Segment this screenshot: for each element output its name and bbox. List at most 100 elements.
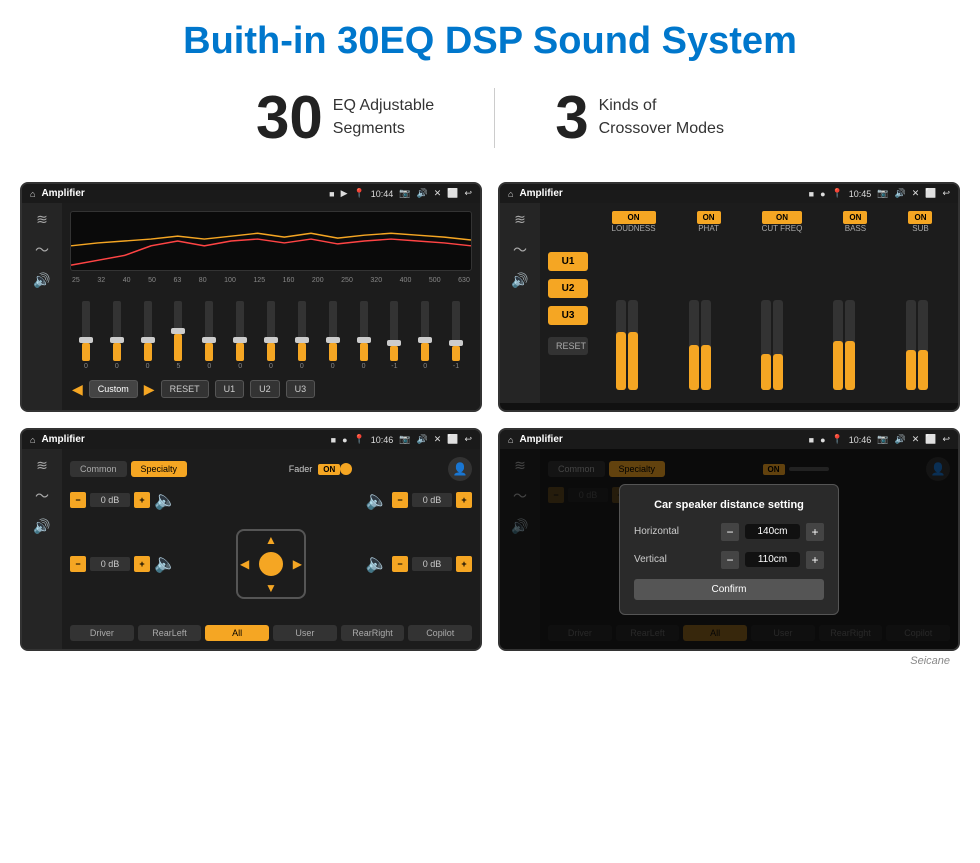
bass-sl-1[interactable]	[833, 300, 843, 390]
eq-slider-12[interactable]: 0	[411, 301, 439, 370]
u1-btn[interactable]: U1	[215, 380, 245, 398]
back-icon-2[interactable]: ↩	[942, 188, 950, 199]
loudness-sl-2[interactable]	[628, 300, 638, 390]
btn-driver[interactable]: Driver	[70, 625, 134, 641]
eq-slider-5[interactable]: 0	[195, 301, 223, 370]
cutfreq-sl-1[interactable]	[761, 300, 771, 390]
plus-rear-left[interactable]: +	[134, 556, 150, 572]
plus-rear-right[interactable]: +	[456, 556, 472, 572]
phat-sl-1[interactable]	[689, 300, 699, 390]
u2-crossover[interactable]: U2	[548, 279, 588, 298]
center-joystick[interactable]: ▲ ▼ ◀ ▶	[231, 524, 311, 604]
eq-slider-13[interactable]: -1	[442, 301, 470, 370]
horizontal-label: Horizontal	[634, 526, 679, 537]
eq-slider-9[interactable]: 0	[319, 301, 347, 370]
horizontal-val: 140cm	[745, 524, 800, 539]
btn-rearleft[interactable]: RearLeft	[138, 625, 202, 641]
eq-slider-6[interactable]: 0	[226, 301, 254, 370]
on-loudness[interactable]: ON	[612, 211, 656, 224]
eq-slider-10[interactable]: 0	[350, 301, 378, 370]
val-front-left: 0 dB	[90, 493, 130, 507]
cutfreq-sl-2[interactable]	[773, 300, 783, 390]
horizontal-minus[interactable]: −	[721, 523, 739, 541]
plus-front-right[interactable]: +	[456, 492, 472, 508]
tab-specialty-3[interactable]: Specialty	[131, 461, 188, 477]
home-icon-3[interactable]: ⌂	[30, 435, 35, 445]
home-icon-2[interactable]: ⌂	[508, 189, 513, 199]
u3-crossover[interactable]: U3	[548, 306, 588, 325]
tab-common-3[interactable]: Common	[70, 461, 127, 477]
sidebar-icon-wave-3[interactable]: 〜	[35, 486, 49, 506]
screen-crossover: ⌂ Amplifier ■ ● 📍 10:45 📷 🔊 ✕ ⬜ ↩ ≋ 〜 🔊 …	[498, 182, 960, 412]
sidebar-icon-vol-3[interactable]: 🔊	[33, 518, 50, 535]
sidebar-icon-tune[interactable]: ≋	[36, 211, 48, 228]
btn-user[interactable]: User	[273, 625, 337, 641]
tabs-row-3: Common Specialty	[70, 461, 187, 477]
prev-btn[interactable]: ◀	[72, 381, 83, 398]
reset-btn[interactable]: RESET	[161, 380, 209, 398]
home-icon[interactable]: ⌂	[30, 189, 35, 199]
joystick-down[interactable]: ▼	[265, 581, 277, 595]
home-icon-4[interactable]: ⌂	[508, 435, 513, 445]
on-phat[interactable]: ON	[697, 211, 721, 224]
u2-btn[interactable]: U2	[250, 380, 280, 398]
minus-rear-left[interactable]: −	[70, 556, 86, 572]
eq-slider-4[interactable]: 5	[165, 301, 193, 370]
fader-on-btn[interactable]: ON	[318, 464, 340, 475]
btn-copilot[interactable]: Copilot	[408, 625, 472, 641]
loudness-sl-1[interactable]	[616, 300, 626, 390]
minus-rear-right[interactable]: −	[392, 556, 408, 572]
sidebar-icon-tune-2[interactable]: ≋	[514, 211, 526, 228]
eq-slider-7[interactable]: 0	[257, 301, 285, 370]
bass-sl-2[interactable]	[845, 300, 855, 390]
on-cutfreq[interactable]: ON	[762, 211, 803, 224]
on-bass[interactable]: ON	[843, 211, 867, 224]
sub-sl-1[interactable]	[906, 300, 916, 390]
back-icon-1[interactable]: ↩	[464, 188, 472, 199]
preset-custom[interactable]: Custom	[89, 380, 138, 398]
eq-slider-11[interactable]: -1	[380, 301, 408, 370]
u1-crossover[interactable]: U1	[548, 252, 588, 271]
sub-sl-2[interactable]	[918, 300, 928, 390]
joystick-right[interactable]: ▶	[293, 557, 302, 571]
confirm-button[interactable]: Confirm	[634, 579, 824, 600]
back-icon-3[interactable]: ↩	[464, 434, 472, 445]
stat-crossover: 3 Kinds of Crossover Modes	[495, 83, 784, 152]
joystick-up[interactable]: ▲	[265, 533, 277, 547]
sidebar-icon-wave[interactable]: 〜	[35, 240, 49, 260]
sidebar-icon-vol-2[interactable]: 🔊	[511, 272, 528, 289]
horizontal-plus[interactable]: +	[806, 523, 824, 541]
volume-icon-2: 🔊	[894, 188, 905, 199]
btn-all[interactable]: All	[205, 625, 269, 641]
app-name-4: Amplifier	[519, 434, 562, 445]
eq-bottom-bar: ◀ Custom ▶ RESET U1 U2 U3	[70, 376, 472, 402]
minus-front-right[interactable]: −	[392, 492, 408, 508]
sidebar-icon-vol[interactable]: 🔊	[33, 272, 50, 289]
plus-front-left[interactable]: +	[134, 492, 150, 508]
on-sub[interactable]: ON	[908, 211, 932, 224]
eq-slider-8[interactable]: 0	[288, 301, 316, 370]
btn-rearright[interactable]: RearRight	[341, 625, 405, 641]
phat-sl-2[interactable]	[701, 300, 711, 390]
record-icon-4: ■	[809, 435, 814, 445]
next-btn[interactable]: ▶	[144, 381, 155, 398]
eq-slider-3[interactable]: 0	[134, 301, 162, 370]
joystick-center	[259, 552, 283, 576]
sidebar-icon-tune-3[interactable]: ≋	[36, 457, 48, 474]
sidebar-icon-wave-2[interactable]: 〜	[513, 240, 527, 260]
vertical-plus[interactable]: +	[806, 551, 824, 569]
minus-front-left[interactable]: −	[70, 492, 86, 508]
phat-sliders	[689, 295, 711, 395]
eq-slider-2[interactable]: 0	[103, 301, 131, 370]
reset-crossover[interactable]: RESET	[548, 337, 588, 355]
db-front-right: 🔈 − 0 dB +	[319, 490, 472, 511]
profile-icon-3[interactable]: 👤	[448, 457, 472, 481]
volume-icon-3: 🔊	[416, 434, 427, 445]
back-icon-4[interactable]: ↩	[942, 434, 950, 445]
eq-slider-1[interactable]: 0	[72, 301, 100, 370]
joystick-left[interactable]: ◀	[240, 557, 249, 571]
app-name-1: Amplifier	[41, 188, 84, 199]
band-bass: ON BASS	[843, 211, 867, 233]
u3-btn[interactable]: U3	[286, 380, 316, 398]
vertical-minus[interactable]: −	[721, 551, 739, 569]
